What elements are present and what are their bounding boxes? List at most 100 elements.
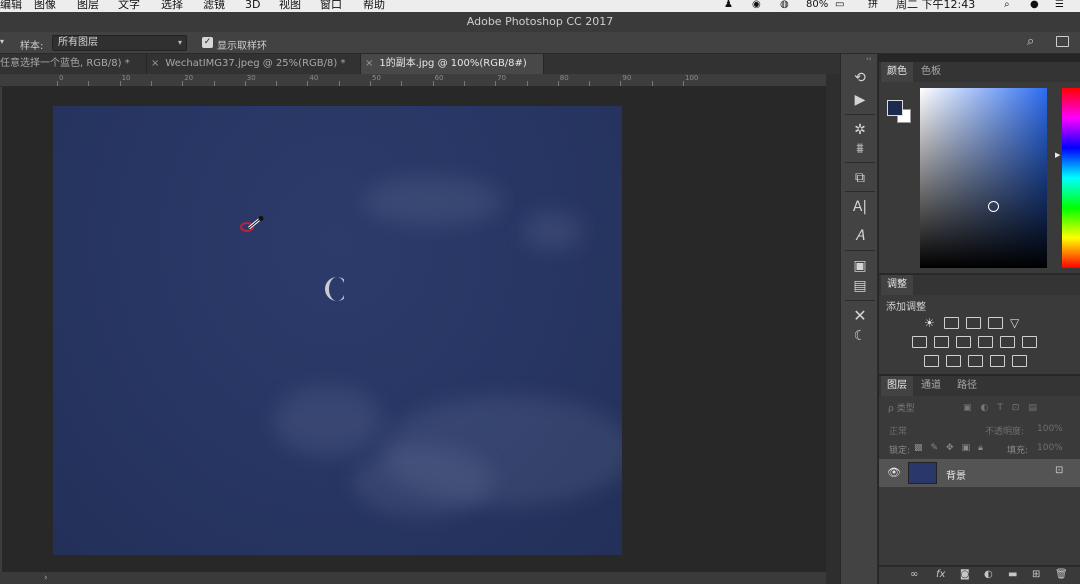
menu-select[interactable]: 选择 xyxy=(161,0,183,11)
new-layer-icon[interactable]: ⊞ xyxy=(1032,569,1040,580)
tab-paths[interactable]: 路径 xyxy=(951,376,983,396)
menu-type[interactable]: 文字 xyxy=(118,0,140,11)
adjustment-type-icon[interactable]: ☀ xyxy=(924,317,939,329)
tab-layers[interactable]: 图层 xyxy=(881,376,913,396)
app-status-icon[interactable]: ♟ xyxy=(724,0,733,11)
history-icon[interactable]: ⟲ xyxy=(850,68,870,88)
tab-adjustments[interactable]: 调整 xyxy=(881,275,913,295)
clone-source-icon[interactable]: ⧉ xyxy=(850,168,870,188)
input-method-icon[interactable]: 拼 xyxy=(868,0,878,11)
sample-select[interactable]: 所有图层 ▾ xyxy=(52,35,187,51)
menu-view[interactable]: 视图 xyxy=(279,0,301,11)
hue-slider[interactable] xyxy=(1062,88,1080,268)
show-sampling-ring-checkbox[interactable]: ✓ xyxy=(202,37,213,48)
status-expand-icon[interactable]: › xyxy=(44,572,48,584)
adjustment-type-icon[interactable] xyxy=(944,317,959,329)
layer-row[interactable]: 👁︎ 背景 ⊡ xyxy=(879,459,1080,487)
workspace-icon[interactable] xyxy=(1056,36,1069,47)
notification-center-icon[interactable]: ☰ xyxy=(1055,0,1064,11)
tools-icon[interactable]: ✕ xyxy=(850,306,870,326)
spotlight-icon[interactable]: ⌕ xyxy=(1004,0,1010,11)
link-layers-icon[interactable]: ∞ xyxy=(910,569,918,580)
tab-color[interactable]: 颜色 xyxy=(881,62,913,82)
vertical-scrollbar[interactable] xyxy=(826,74,840,584)
adjustment-type-icon[interactable]: ▽ xyxy=(1010,317,1025,329)
adjustment-type-icon[interactable] xyxy=(1012,355,1027,367)
lock-icon[interactable]: ⊡ xyxy=(1055,465,1063,476)
collapse-panels-icon[interactable]: ‹‹ xyxy=(866,55,872,63)
delete-layer-icon[interactable]: 🗑︎ xyxy=(1055,569,1068,580)
opacity-value[interactable]: 100% xyxy=(1037,424,1063,434)
menu-filter[interactable]: 滤镜 xyxy=(203,0,225,11)
siri-icon[interactable]: ● xyxy=(1030,0,1039,11)
blend-mode-select[interactable]: 正常 xyxy=(889,424,907,437)
color-picker-ring[interactable] xyxy=(988,201,999,212)
tab-channels[interactable]: 通道 xyxy=(915,376,947,396)
menu-layer[interactable]: 图层 xyxy=(77,0,99,11)
ruler-tick xyxy=(589,81,591,86)
adjustment-type-icon[interactable] xyxy=(934,336,949,348)
foreground-color-swatch[interactable] xyxy=(887,100,903,116)
tool-preset-chevron-icon[interactable]: ▾ xyxy=(0,37,4,46)
ruler-tick xyxy=(150,81,152,86)
tab-swatches[interactable]: 色板 xyxy=(915,62,947,82)
color-field[interactable] xyxy=(920,88,1047,268)
adjustment-type-icon[interactable] xyxy=(912,336,927,348)
adjustment-type-icon[interactable] xyxy=(988,317,1003,329)
cloud-icon[interactable]: ◉ xyxy=(752,0,761,11)
eye-icon[interactable]: 👁︎ xyxy=(887,466,901,479)
tab-document-3[interactable]: × 1的副本.jpg @ 100%(RGB/8#) xyxy=(361,54,544,74)
adjustment-type-icon[interactable] xyxy=(966,317,981,329)
adjustment-layer-icon[interactable]: ◐ xyxy=(984,569,993,580)
group-folder-icon[interactable]: ▬ xyxy=(1008,569,1017,580)
ruler-tick xyxy=(119,81,121,86)
horizontal-ruler[interactable]: 0 10 20 30 40 50 60 70 80 90 100 xyxy=(0,74,826,87)
layer-filter-select[interactable]: ρ 类型 xyxy=(885,402,955,416)
ruler-tick xyxy=(683,81,684,86)
actions-play-icon[interactable]: ▶ xyxy=(850,90,870,110)
adjustment-type-icon[interactable] xyxy=(1022,336,1037,348)
ruler-tick xyxy=(57,81,58,86)
paths-icon[interactable]: ☾ xyxy=(850,326,870,346)
adjustment-type-icon[interactable] xyxy=(924,355,939,367)
color-panel-tabs: 颜色 色板 xyxy=(879,62,1080,82)
menu-help[interactable]: 帮助 xyxy=(363,0,385,11)
character-icon[interactable]: A| xyxy=(850,197,870,217)
layer-name[interactable]: 背景 xyxy=(946,467,966,482)
sync-icon[interactable]: ◍ xyxy=(780,0,789,11)
menu-image[interactable]: 图像 xyxy=(34,0,56,11)
paragraph-style-icon[interactable]: 𝐴 xyxy=(850,226,870,246)
menu-edit[interactable]: 编辑 xyxy=(0,0,22,11)
close-icon[interactable]: × xyxy=(151,58,159,69)
tab-document-2[interactable]: × WechatIMG37.jpeg @ 25%(RGB/8) * xyxy=(147,54,361,74)
notes-icon[interactable]: ▤ xyxy=(850,276,870,296)
adjustment-type-icon[interactable] xyxy=(968,355,983,367)
adjustment-type-icon[interactable] xyxy=(1000,336,1015,348)
menubar-clock[interactable]: 周二 下午12:43 xyxy=(896,0,975,11)
lock-icons[interactable]: ▩✎✥▣🔒︎ xyxy=(914,443,991,453)
adjustment-type-icon[interactable] xyxy=(990,355,1005,367)
adjustment-type-icon[interactable] xyxy=(978,336,993,348)
fill-value[interactable]: 100% xyxy=(1037,443,1063,453)
layer-filter-icons[interactable]: ▣◐T⊡▤ xyxy=(963,403,1046,413)
brush-settings-icon[interactable]: ✲ xyxy=(850,120,870,140)
ruler-tick xyxy=(432,81,434,86)
ruler-tick xyxy=(370,81,371,86)
menu-3d[interactable]: 3D xyxy=(245,0,260,11)
ruler-tick xyxy=(213,81,215,86)
battery-icon[interactable]: ▭ xyxy=(835,0,844,11)
close-icon[interactable]: × xyxy=(365,58,373,69)
tab-document-1[interactable]: 任意选择一个蓝色, RGB/8) * xyxy=(0,54,147,74)
layer-mask-icon[interactable]: ◙ xyxy=(960,569,970,580)
brushes-icon[interactable]: ⩩ xyxy=(850,139,870,159)
adjustment-type-icon[interactable] xyxy=(956,336,971,348)
search-icon[interactable]: ⌕ xyxy=(1027,34,1034,49)
menu-window[interactable]: 窗口 xyxy=(320,0,342,11)
document-image[interactable] xyxy=(53,106,622,555)
ruler-tick-label: 70 xyxy=(497,74,507,82)
hue-slider-arrow-icon[interactable]: ▶ xyxy=(1055,151,1060,159)
image-panel-icon[interactable]: ▣ xyxy=(850,256,870,276)
adjustment-type-icon[interactable] xyxy=(946,355,961,367)
lock-label: 锁定: xyxy=(889,446,911,456)
layer-style-icon[interactable]: fx xyxy=(936,569,945,580)
